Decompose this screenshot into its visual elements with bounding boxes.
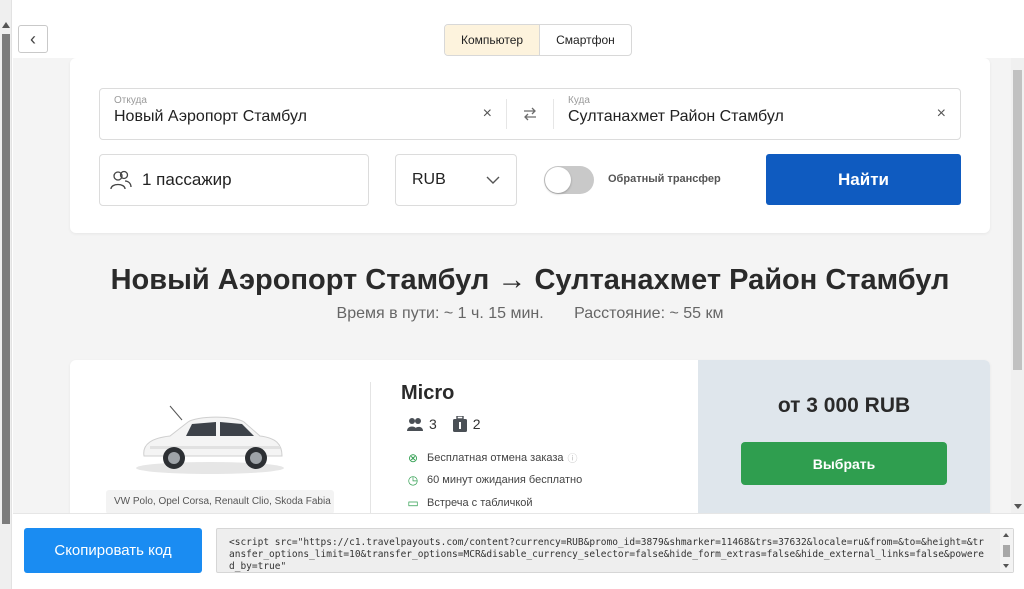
to-label: Куда (568, 95, 590, 106)
device-switcher: Компьютер Смартфон (444, 24, 632, 56)
travel-time: Время в пути: ~ 1 ч. 15 мин. (336, 305, 544, 322)
find-button[interactable]: Найти (766, 154, 961, 205)
embed-code-textarea[interactable]: <script src="https://c1.travelpayouts.co… (216, 528, 1014, 573)
copy-code-button[interactable]: Скопировать код (24, 528, 202, 573)
chevron-left-icon: ‹ (30, 28, 36, 49)
passengers-value: 1 пассажир (142, 170, 232, 189)
clear-from-icon[interactable]: × (483, 105, 492, 123)
route-title: Новый Аэропорт Стамбул → Султанахмет Рай… (110, 264, 950, 296)
car-models: VW Polo, Opel Corsa, Renault Clio, Skoda… (106, 490, 334, 513)
scrollbar-thumb[interactable] (1003, 545, 1010, 557)
route-fields: Откуда Новый Аэропорт Стамбул × Куда Сул… (99, 88, 961, 140)
clear-to-icon[interactable]: × (937, 105, 946, 123)
to-value[interactable]: Султанахмет Район Стамбул (568, 108, 946, 126)
scroll-up-arrow-icon[interactable] (2, 22, 10, 28)
route-meta: Время в пути: ~ 1 ч. 15 мин. Расстояние:… (13, 305, 1011, 323)
back-button[interactable]: ‹ (18, 25, 48, 53)
currency-value: RUB (412, 171, 446, 188)
luggage-count: 2 (472, 416, 481, 432)
scroll-up-arrow-icon[interactable] (1003, 533, 1009, 537)
from-value[interactable]: Новый Аэропорт Стамбул (114, 108, 492, 126)
toggle-knob (545, 167, 571, 193)
from-label: Откуда (114, 95, 147, 106)
people-icon (407, 418, 423, 431)
chevron-down-icon (486, 176, 500, 184)
price-panel: от 3 000 RUB Выбрать (698, 360, 990, 513)
distance: Расстояние: ~ 55 км (574, 305, 724, 322)
offer-card: VW Polo, Opel Corsa, Renault Clio, Skoda… (70, 360, 990, 513)
class-name: Micro (401, 382, 455, 404)
scrollbar-thumb[interactable] (2, 34, 10, 524)
currency-select[interactable]: RUB (395, 154, 517, 206)
feature-text: Бесплатная отмена заказа (427, 451, 564, 464)
embed-code-bar: Скопировать код <script src="https://c1.… (13, 513, 1024, 589)
widget-preview: Откуда Новый Аэропорт Стамбул × Куда Сул… (13, 58, 1011, 513)
to-field[interactable]: Куда Султанахмет Район Стамбул × (554, 89, 960, 139)
preview-scrollbar[interactable] (1011, 58, 1024, 513)
passenger-capacity: 3 (407, 416, 437, 432)
feature-text: 60 минут ожидания бесплатно (427, 474, 583, 486)
passengers-icon (110, 170, 132, 190)
price: от 3 000 RUB (777, 394, 911, 417)
divider (370, 382, 371, 513)
feature-free-cancellation: ⊗ Бесплатная отмена заказа ⓘ (407, 450, 578, 466)
swap-arrows-icon (524, 107, 536, 121)
return-transfer-toggle[interactable] (544, 166, 594, 194)
feature-free-waiting: ◷ 60 минут ожидания бесплатно (407, 473, 582, 487)
choose-button[interactable]: Выбрать (741, 442, 947, 485)
swap-button[interactable] (506, 99, 554, 129)
code-scrollbar[interactable] (1000, 529, 1013, 572)
tab-smartphone[interactable]: Смартфон (540, 25, 631, 55)
feature-text: Встреча с табличкой (427, 497, 533, 509)
clock-icon: ◷ (407, 473, 419, 487)
return-transfer-label: Обратный трансфер (608, 173, 721, 185)
luggage-icon (452, 416, 467, 432)
tab-desktop[interactable]: Компьютер (445, 25, 541, 55)
capacity: 3 2 (407, 416, 497, 432)
search-form: Откуда Новый Аэропорт Стамбул × Куда Сул… (70, 58, 990, 233)
info-icon[interactable]: ⓘ (568, 450, 578, 465)
scroll-down-arrow-icon[interactable] (1003, 564, 1009, 568)
passengers-field[interactable]: 1 пассажир (99, 154, 369, 206)
sign-icon: ▭ (407, 496, 419, 510)
car-image (136, 405, 284, 474)
cancel-circle-icon: ⊗ (407, 450, 419, 465)
left-scrollbar[interactable] (0, 0, 12, 589)
from-field[interactable]: Откуда Новый Аэропорт Стамбул × (100, 89, 506, 139)
feature-meet-with-sign: ▭ Встреча с табличкой (407, 496, 533, 510)
passenger-count: 3 (429, 416, 437, 432)
luggage-capacity: 2 (452, 416, 481, 432)
scrollbar-thumb[interactable] (1013, 70, 1022, 370)
scroll-down-arrow-icon[interactable] (1014, 504, 1022, 509)
